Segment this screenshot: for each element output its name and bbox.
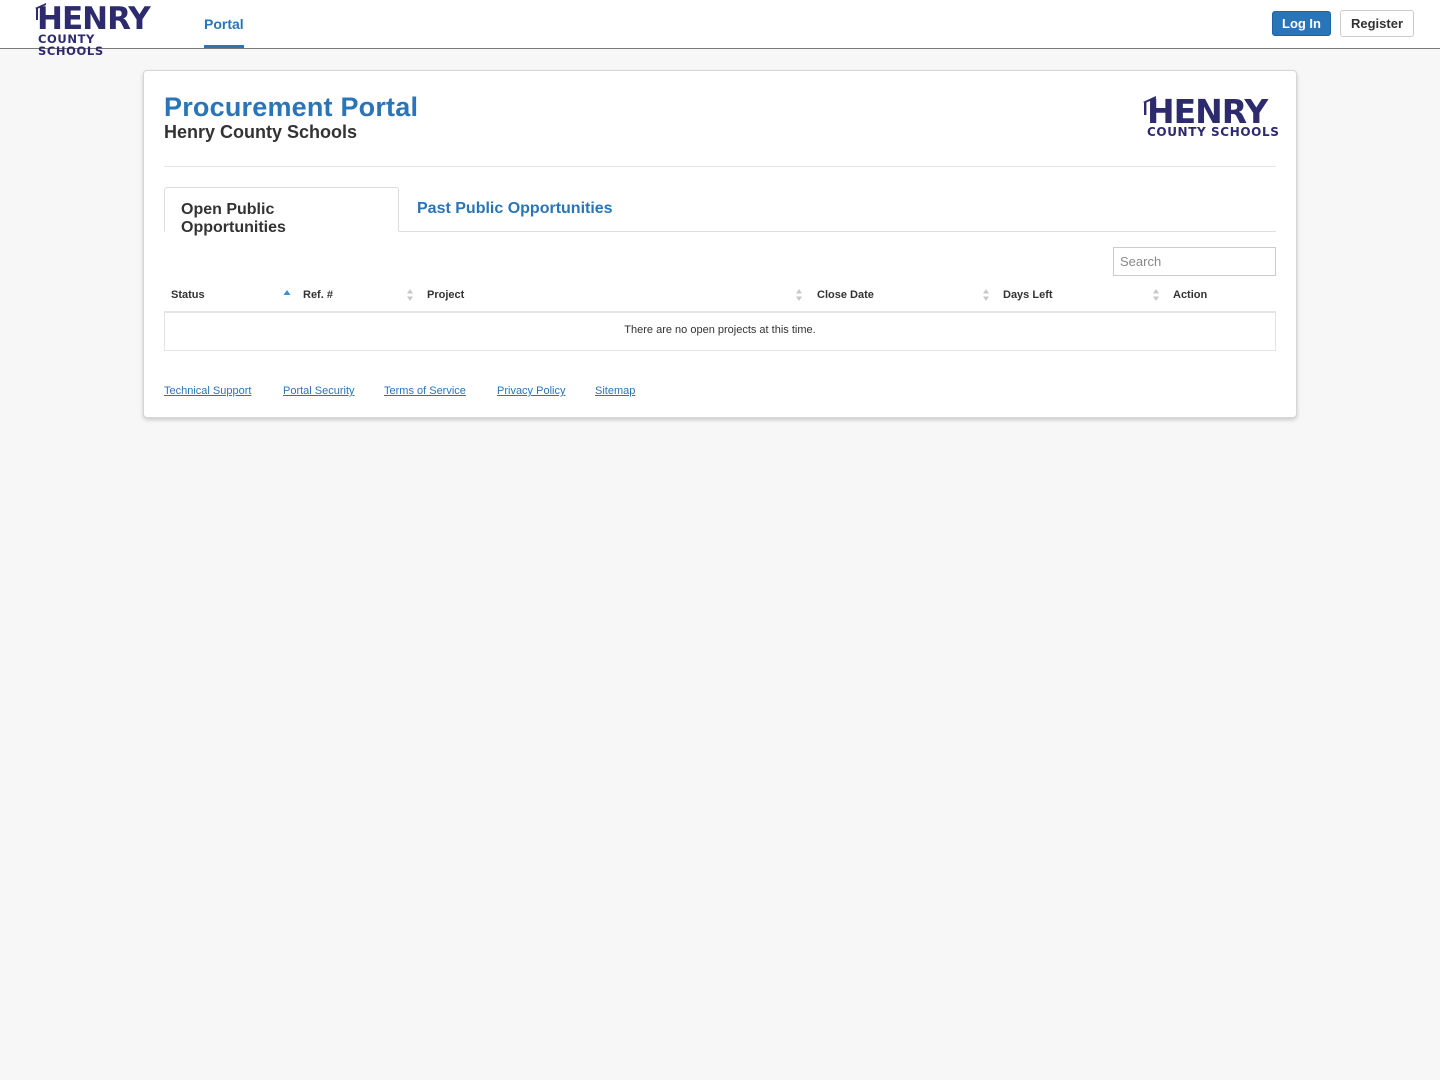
- column-header-project[interactable]: Project: [427, 288, 464, 312]
- page-subtitle: Henry County Schools: [164, 122, 358, 142]
- table-body: There are no open projects at this time.: [164, 313, 1276, 351]
- login-button[interactable]: Log In: [1272, 11, 1331, 36]
- henry-county-schools-logo[interactable]: HENRY COUNTY SCHOOLS: [34, 1, 164, 56]
- top-navbar: HENRY COUNTY SCHOOLS Portal Log In Regis…: [0, 0, 1440, 56]
- sort-icon: [983, 289, 989, 301]
- page-title: Procurement Portal: [164, 92, 419, 122]
- sort-icon: [407, 289, 413, 301]
- footer-link-portal-security[interactable]: Portal Security: [283, 385, 355, 397]
- footer-link-sitemap[interactable]: Sitemap: [595, 385, 635, 397]
- footer-link-terms-of-service[interactable]: Terms of Service: [384, 385, 466, 397]
- logo-text-county-schools: COUNTY SCHOOLS: [1147, 125, 1280, 139]
- column-header-action: Action: [1173, 289, 1208, 301]
- logo-text-county-schools: COUNTY SCHOOLS: [38, 32, 104, 58]
- column-header-status[interactable]: Status: [171, 288, 205, 312]
- header-divider: [164, 166, 1276, 167]
- nav-tab-portal[interactable]: Portal: [204, 0, 244, 48]
- logo-text-henry: HENRY: [37, 1, 151, 37]
- sort-icon: [796, 289, 802, 301]
- tab-past-public-opportunities[interactable]: Past Public Opportunities: [400, 187, 629, 232]
- column-header-days-left[interactable]: Days Left: [1003, 288, 1053, 312]
- register-button[interactable]: Register: [1340, 10, 1414, 37]
- empty-table-message: There are no open projects at this time.: [624, 324, 816, 336]
- column-header-ref[interactable]: Ref. #: [303, 288, 333, 312]
- tab-open-public-opportunities[interactable]: Open Public Opportunities: [164, 187, 399, 236]
- graduation-cap-icon: [1143, 96, 1156, 115]
- sort-icon: [1153, 289, 1159, 301]
- logo-text-henry: HENRY: [1147, 92, 1268, 131]
- column-header-close-date[interactable]: Close Date: [817, 288, 874, 312]
- sort-ascending-icon: [283, 290, 291, 295]
- procurement-panel: Procurement Portal Henry County Schools …: [143, 70, 1297, 418]
- footer-link-privacy-policy[interactable]: Privacy Policy: [497, 385, 565, 397]
- footer-link-technical-support[interactable]: Technical Support: [164, 385, 251, 397]
- search-input[interactable]: [1113, 247, 1276, 276]
- henry-county-schools-logo: HENRY COUNTY SCHOOLS: [1142, 95, 1282, 143]
- graduation-cap-icon: [35, 3, 46, 20]
